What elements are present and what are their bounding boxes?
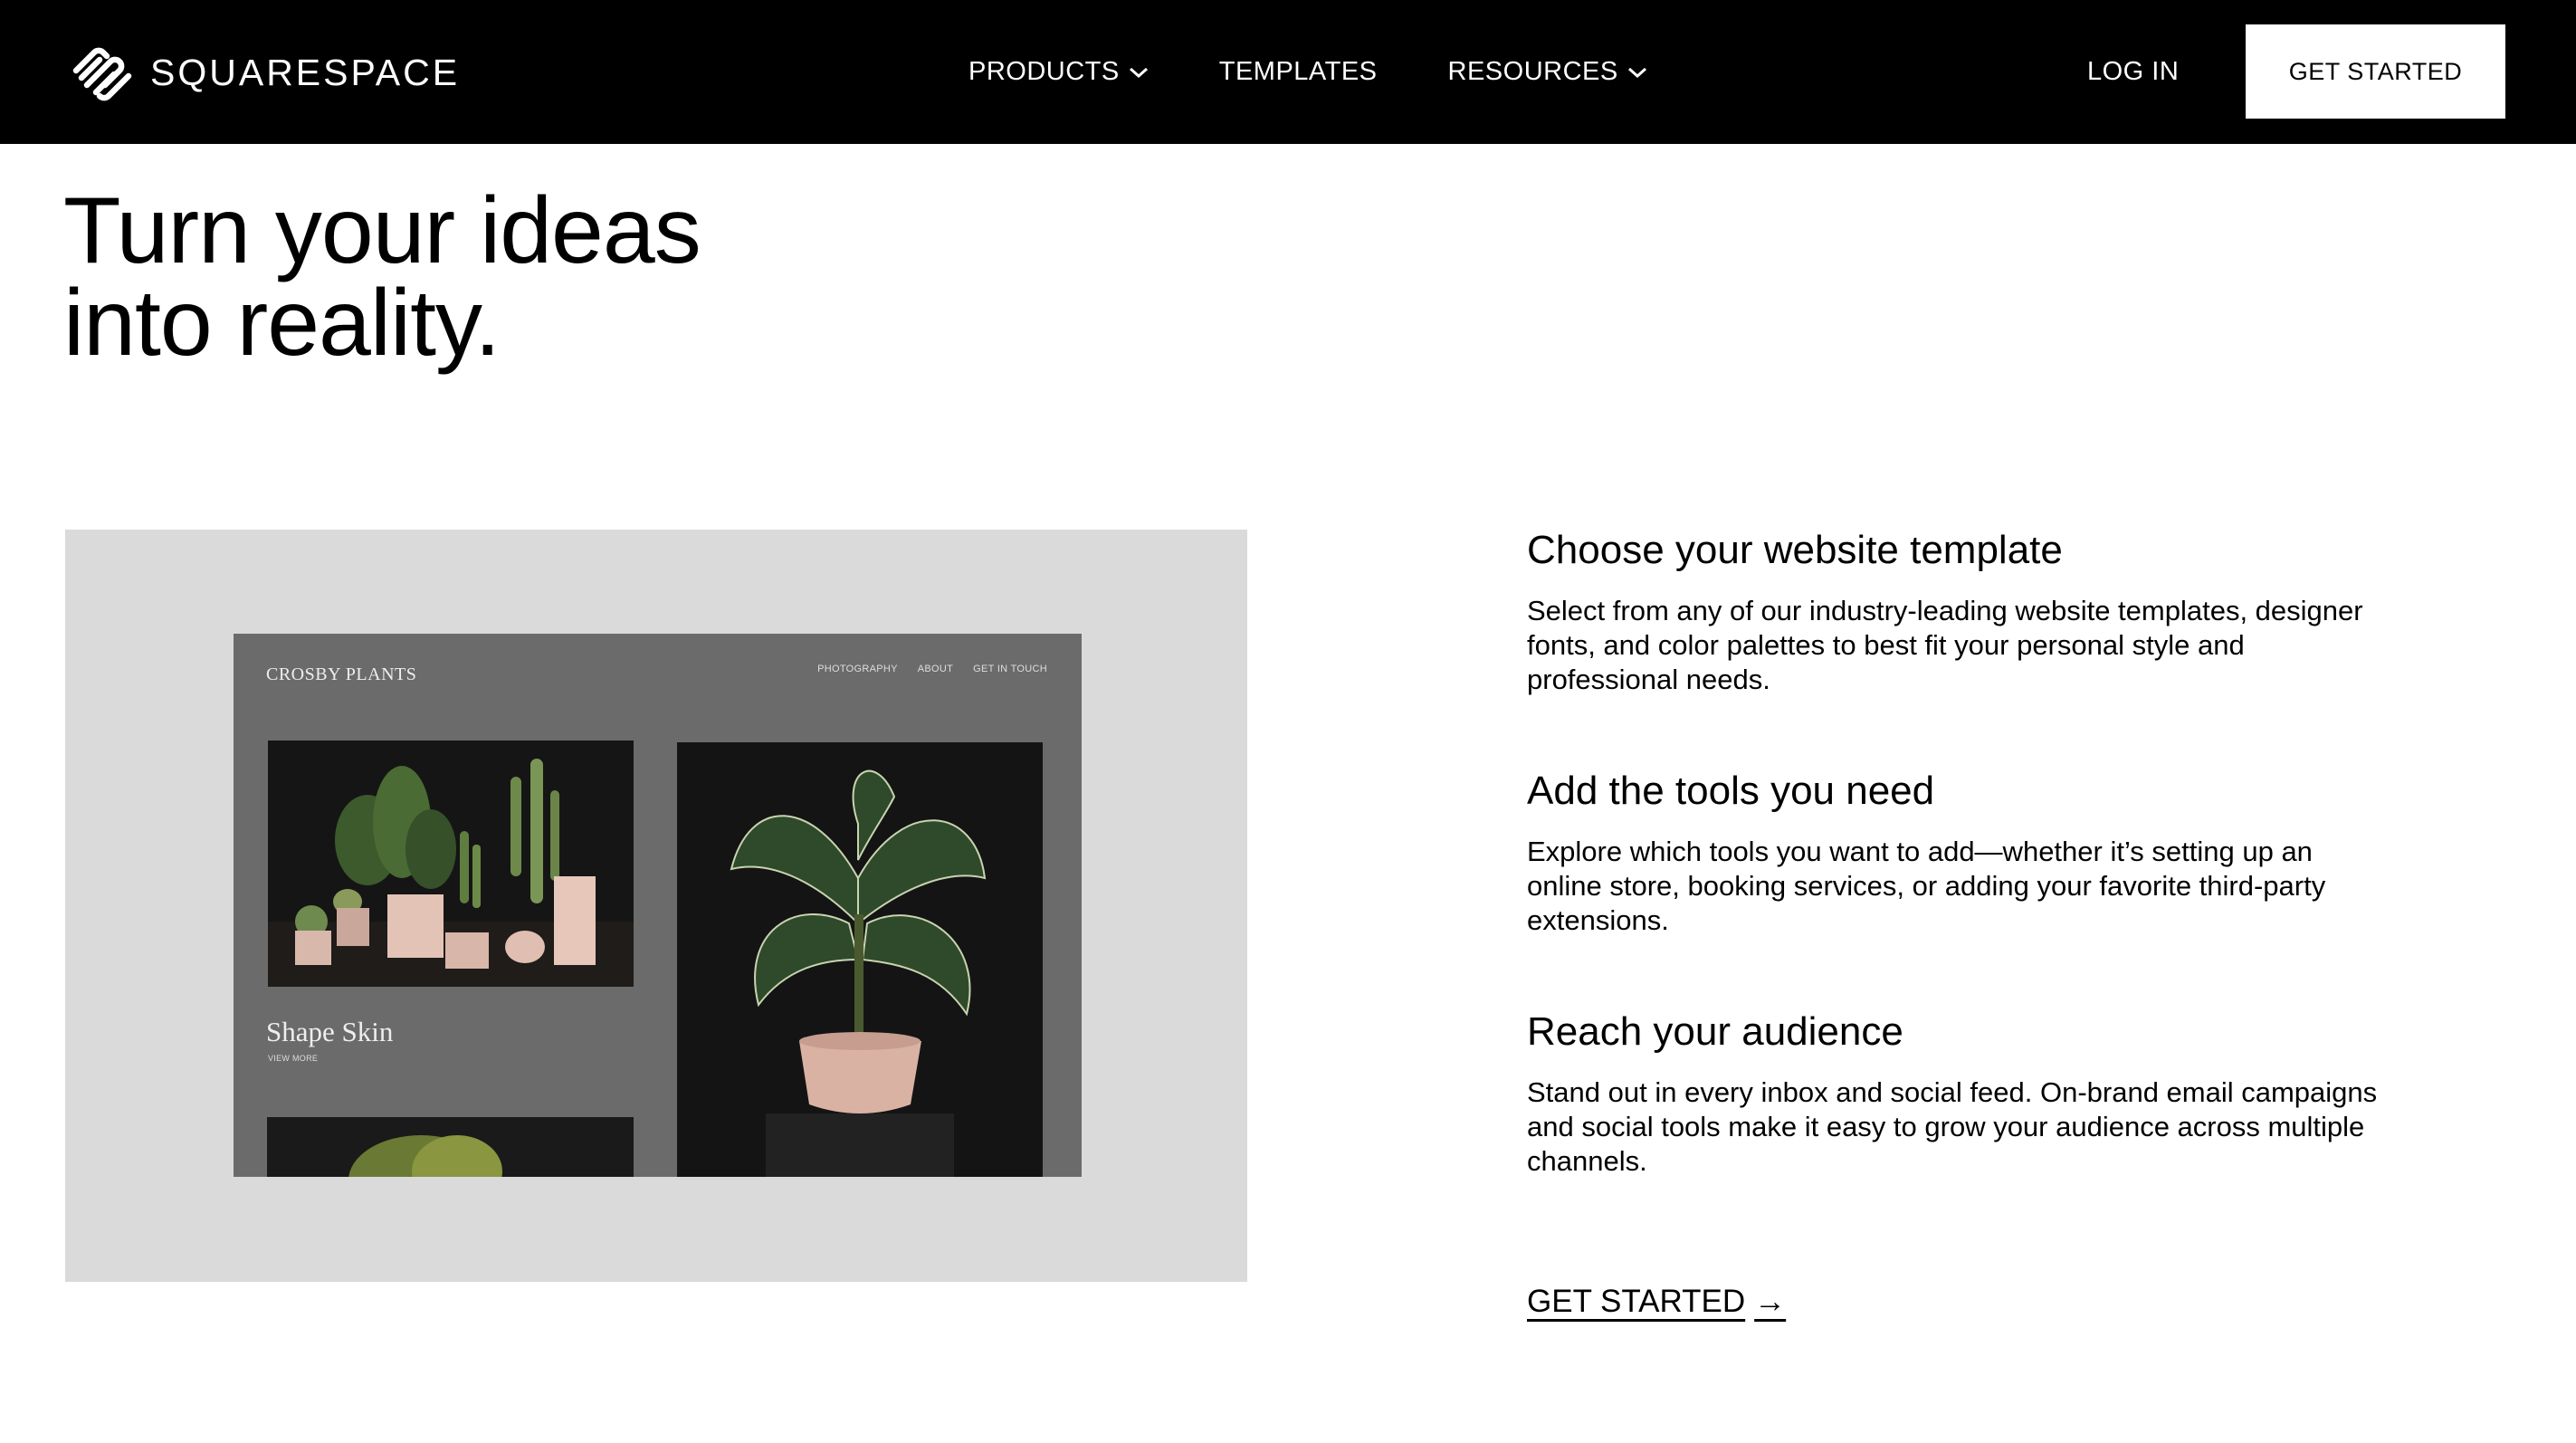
feature-title: Add the tools you need xyxy=(1527,769,1935,813)
template-preview-image: CROSBY PLANTS PHOTOGRAPHY ABOUT GET IN T… xyxy=(65,530,1247,1282)
mockup-caption: Shape Skin xyxy=(266,1016,394,1047)
feature-description: Explore which tools you want to add—whet… xyxy=(1527,836,2326,936)
feature-item: Reach your audience Stand out in every i… xyxy=(1527,1007,2387,1179)
plants-group-photo xyxy=(268,741,634,987)
alocasia-plant-photo xyxy=(677,742,1043,1177)
mockup-nav-item: ABOUT xyxy=(917,664,954,674)
nav-products-label: PRODUCTS xyxy=(968,57,1120,86)
features-list: Choose your website template Select from… xyxy=(1527,525,2387,1179)
mockup-nav-item: PHOTOGRAPHY xyxy=(817,664,898,674)
feature-title: Choose your website template xyxy=(1527,528,2063,572)
hero-title-line-1: Turn your ideas xyxy=(63,178,701,283)
brand-logo[interactable]: SQUARESPACE xyxy=(69,43,460,101)
feature-title: Reach your audience xyxy=(1527,1009,1903,1054)
nav-resources[interactable]: RESOURCES xyxy=(1448,57,1647,87)
primary-menu: PRODUCTS TEMPLATES RESOURCES xyxy=(968,0,1647,144)
nav-resources-label: RESOURCES xyxy=(1447,57,1618,86)
chevron-down-icon xyxy=(1129,67,1148,78)
top-navigation: SQUARESPACE PRODUCTS TEMPLATES RESOURCES… xyxy=(0,0,2576,144)
squarespace-logo-icon xyxy=(72,47,132,101)
plants-group-illustration xyxy=(268,759,634,987)
nav-templates[interactable]: TEMPLATES xyxy=(1219,57,1378,87)
chevron-down-icon xyxy=(1627,67,1646,78)
feature-description: Stand out in every inbox and social feed… xyxy=(1527,1076,2378,1177)
feature-item: Choose your website template Select from… xyxy=(1527,525,2387,697)
plant-cropped-illustration xyxy=(348,1135,502,1177)
get-started-link-label: GET STARTED xyxy=(1527,1284,1746,1319)
mockup-view-more: VIEW MORE xyxy=(268,1054,319,1063)
template-mockup: CROSBY PLANTS PHOTOGRAPHY ABOUT GET IN T… xyxy=(234,634,1082,1177)
plant-photo-cropped xyxy=(267,1117,634,1177)
mockup-brand: CROSBY PLANTS xyxy=(266,664,417,684)
mockup-nav-item: GET IN TOUCH xyxy=(973,664,1047,674)
get-started-button[interactable]: GET STARTED xyxy=(2246,24,2505,119)
login-link[interactable]: LOG IN xyxy=(2087,0,2179,144)
hero-title-line-2: into reality. xyxy=(63,271,501,376)
feature-item: Add the tools you need Explore which too… xyxy=(1527,766,2387,938)
nav-templates-label: TEMPLATES xyxy=(1218,57,1378,86)
arrow-right-icon: → xyxy=(1754,1284,1787,1319)
brand-name: SQUARESPACE xyxy=(150,51,461,93)
nav-products[interactable]: PRODUCTS xyxy=(968,57,1149,87)
alocasia-illustration xyxy=(730,769,987,1177)
page: SQUARESPACE PRODUCTS TEMPLATES RESOURCES… xyxy=(0,0,2576,1443)
feature-description: Select from any of our industry-leading … xyxy=(1527,595,2363,695)
mockup-nav: PHOTOGRAPHY ABOUT GET IN TOUCH xyxy=(817,664,1047,674)
hero-title: Turn your ideas into reality. xyxy=(63,178,1150,376)
get-started-link[interactable]: GET STARTED → xyxy=(1527,1284,1786,1320)
